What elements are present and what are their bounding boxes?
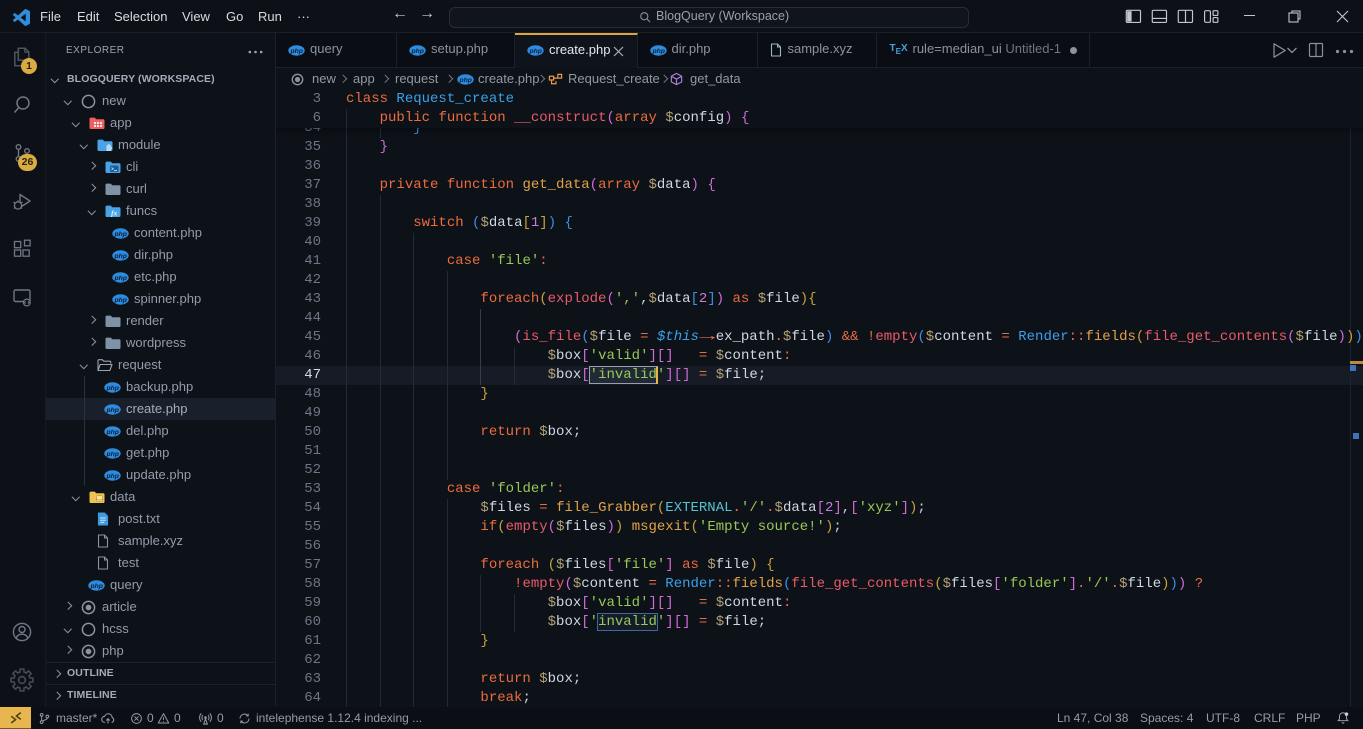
svg-text:php: php bbox=[113, 296, 126, 303]
svg-text:php: php bbox=[105, 428, 118, 435]
svg-text:php: php bbox=[458, 77, 471, 84]
svg-text:php: php bbox=[113, 230, 126, 237]
svg-text:php: php bbox=[113, 274, 126, 281]
svg-text:php: php bbox=[528, 48, 541, 55]
svg-text:php: php bbox=[289, 48, 302, 55]
svg-text:php: php bbox=[410, 48, 423, 55]
svg-text:php: php bbox=[105, 406, 118, 413]
svg-text:php: php bbox=[113, 252, 126, 259]
svg-text:php: php bbox=[651, 48, 664, 55]
svg-text:php: php bbox=[105, 450, 118, 457]
svg-text:php: php bbox=[105, 472, 118, 479]
svg-text:php: php bbox=[89, 582, 102, 589]
svg-text:fx: fx bbox=[111, 208, 117, 217]
svg-text:php: php bbox=[105, 384, 118, 391]
